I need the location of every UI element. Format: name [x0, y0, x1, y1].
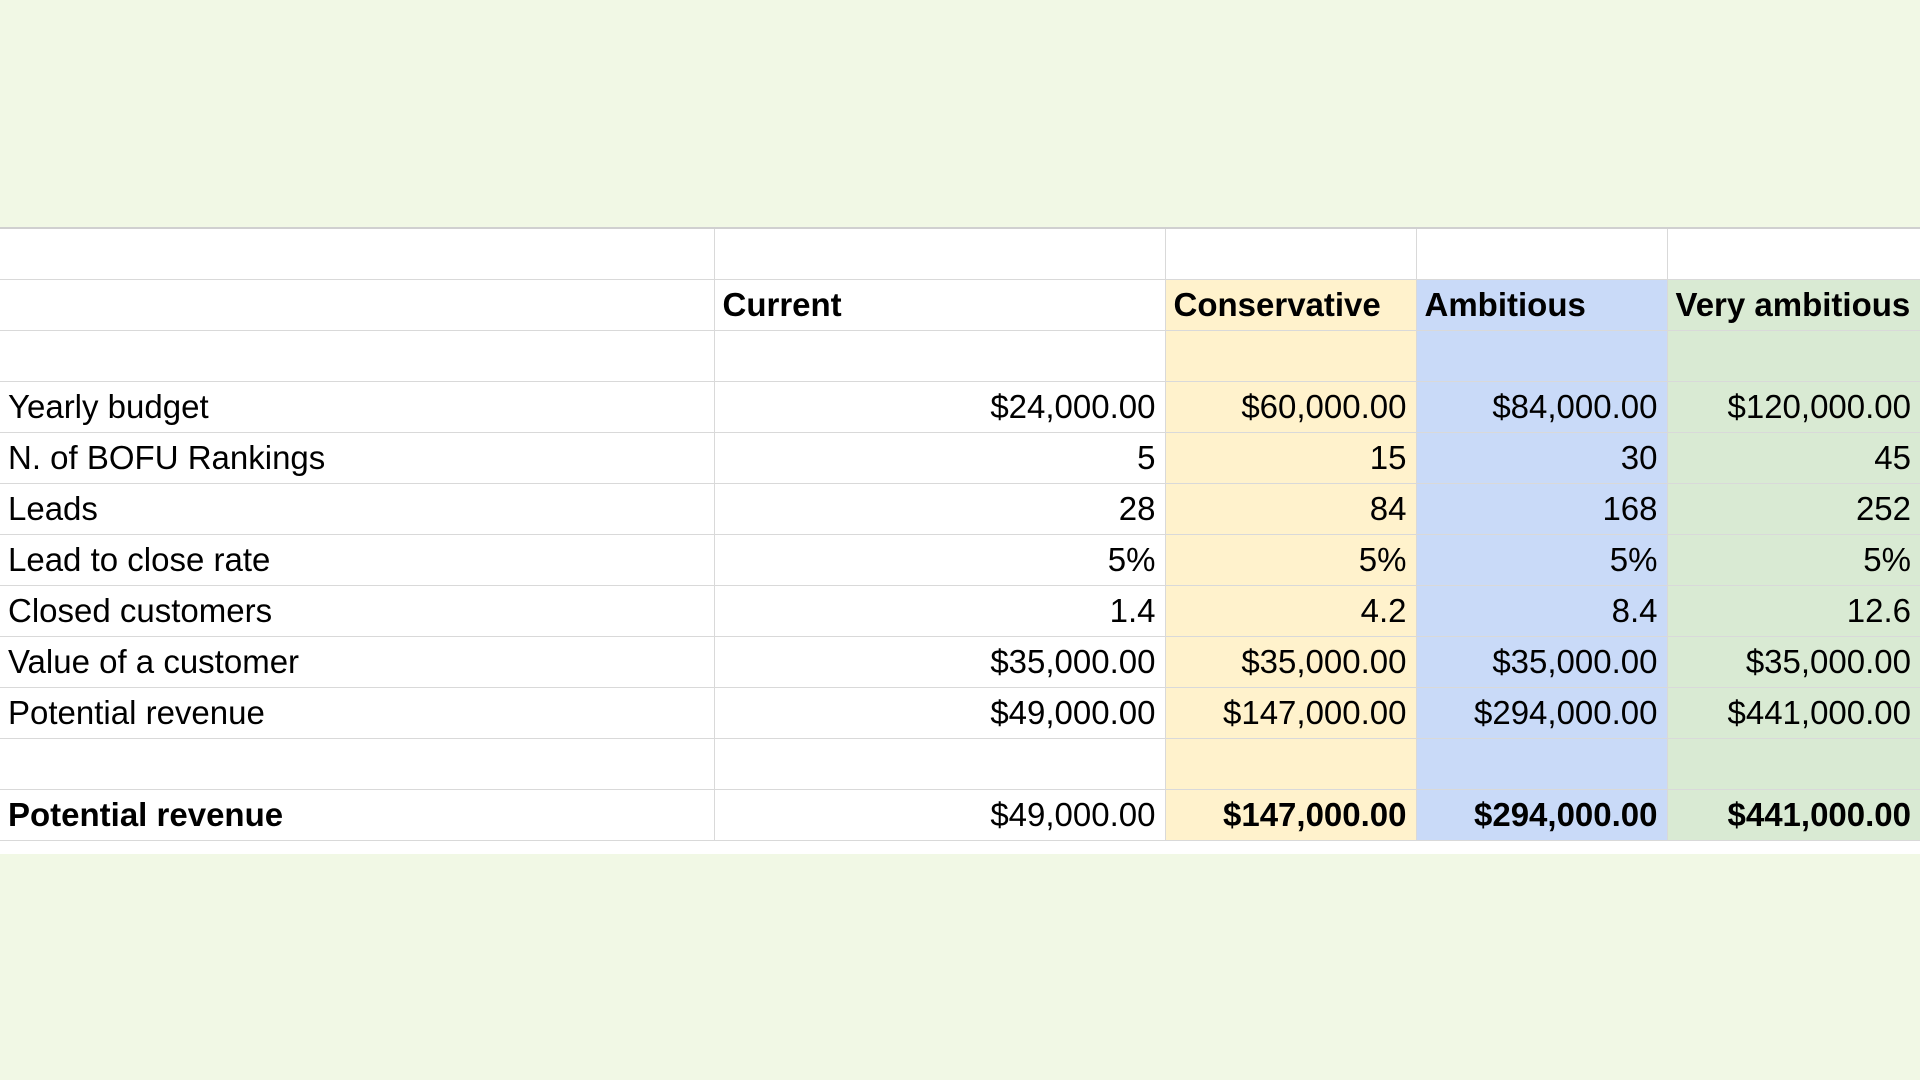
row-label[interactable]: N. of BOFU Rankings: [0, 432, 715, 484]
value-current[interactable]: 1.4: [714, 585, 1166, 637]
value-ambitious[interactable]: $35,000.00: [1416, 636, 1668, 688]
total-label[interactable]: Potential revenue: [0, 789, 715, 841]
cell[interactable]: [1667, 738, 1920, 790]
table-row-leads: Leads 28 84 168 252: [0, 483, 1920, 535]
cell[interactable]: [714, 738, 1166, 790]
table-header-row: Current Conservative Ambitious Very ambi…: [0, 279, 1920, 331]
value-ambitious[interactable]: 30: [1416, 432, 1668, 484]
scenario-table: Current Conservative Ambitious Very ambi…: [0, 227, 1920, 841]
table-row-yearly-budget: Yearly budget $24,000.00 $60,000.00 $84,…: [0, 381, 1920, 433]
header-ambitious[interactable]: Ambitious: [1416, 279, 1668, 331]
value-conservative[interactable]: $60,000.00: [1165, 381, 1417, 433]
value-very-ambitious[interactable]: $35,000.00: [1667, 636, 1920, 688]
cell[interactable]: [1416, 227, 1668, 280]
total-conservative[interactable]: $147,000.00: [1165, 789, 1417, 841]
header-very-ambitious[interactable]: Very ambitious: [1667, 279, 1920, 331]
value-conservative[interactable]: 4.2: [1165, 585, 1417, 637]
total-ambitious[interactable]: $294,000.00: [1416, 789, 1668, 841]
value-ambitious[interactable]: $84,000.00: [1416, 381, 1668, 433]
total-current[interactable]: $49,000.00: [714, 789, 1166, 841]
value-very-ambitious[interactable]: 5%: [1667, 534, 1920, 586]
row-label[interactable]: Leads: [0, 483, 715, 535]
table-row-spacer: [0, 330, 1920, 382]
value-conservative[interactable]: 5%: [1165, 534, 1417, 586]
row-label[interactable]: Closed customers: [0, 585, 715, 637]
value-current[interactable]: $35,000.00: [714, 636, 1166, 688]
value-current[interactable]: 5%: [714, 534, 1166, 586]
value-conservative[interactable]: 84: [1165, 483, 1417, 535]
value-very-ambitious[interactable]: 252: [1667, 483, 1920, 535]
cell[interactable]: [1667, 330, 1920, 382]
header-conservative[interactable]: Conservative: [1165, 279, 1417, 331]
value-conservative[interactable]: $147,000.00: [1165, 687, 1417, 739]
value-ambitious[interactable]: $294,000.00: [1416, 687, 1668, 739]
row-label[interactable]: Yearly budget: [0, 381, 715, 433]
row-label[interactable]: Lead to close rate: [0, 534, 715, 586]
total-very-ambitious[interactable]: $441,000.00: [1667, 789, 1920, 841]
cell[interactable]: [714, 227, 1166, 280]
table-row-total: Potential revenue $49,000.00 $147,000.00…: [0, 789, 1920, 841]
value-current[interactable]: $49,000.00: [714, 687, 1166, 739]
value-very-ambitious[interactable]: 12.6: [1667, 585, 1920, 637]
value-very-ambitious[interactable]: $120,000.00: [1667, 381, 1920, 433]
value-conservative[interactable]: $35,000.00: [1165, 636, 1417, 688]
table-row-close-rate: Lead to close rate 5% 5% 5% 5%: [0, 534, 1920, 586]
cell[interactable]: [1416, 738, 1668, 790]
cell[interactable]: [0, 738, 715, 790]
header-current[interactable]: Current: [714, 279, 1166, 331]
cell[interactable]: [0, 227, 715, 280]
cell[interactable]: [714, 330, 1166, 382]
cell[interactable]: [1165, 330, 1417, 382]
row-label[interactable]: Value of a customer: [0, 636, 715, 688]
table-row-potential-revenue: Potential revenue $49,000.00 $147,000.00…: [0, 687, 1920, 739]
cell[interactable]: [1416, 330, 1668, 382]
value-very-ambitious[interactable]: $441,000.00: [1667, 687, 1920, 739]
cell[interactable]: [1165, 738, 1417, 790]
header-cell-blank[interactable]: [0, 279, 715, 331]
cell[interactable]: [1165, 227, 1417, 280]
table-row-customer-value: Value of a customer $35,000.00 $35,000.0…: [0, 636, 1920, 688]
table-row-spacer: [0, 738, 1920, 790]
row-label[interactable]: Potential revenue: [0, 687, 715, 739]
value-ambitious[interactable]: 5%: [1416, 534, 1668, 586]
value-current[interactable]: $24,000.00: [714, 381, 1166, 433]
value-ambitious[interactable]: 8.4: [1416, 585, 1668, 637]
table-row-closed-customers: Closed customers 1.4 4.2 8.4 12.6: [0, 585, 1920, 637]
value-very-ambitious[interactable]: 45: [1667, 432, 1920, 484]
spreadsheet-grid: Current Conservative Ambitious Very ambi…: [0, 227, 1920, 854]
value-current[interactable]: 28: [714, 483, 1166, 535]
cell[interactable]: [1667, 227, 1920, 280]
value-ambitious[interactable]: 168: [1416, 483, 1668, 535]
table-row-empty-top: [0, 227, 1920, 280]
table-row-bofu-rankings: N. of BOFU Rankings 5 15 30 45: [0, 432, 1920, 484]
value-current[interactable]: 5: [714, 432, 1166, 484]
cell[interactable]: [0, 330, 715, 382]
value-conservative[interactable]: 15: [1165, 432, 1417, 484]
